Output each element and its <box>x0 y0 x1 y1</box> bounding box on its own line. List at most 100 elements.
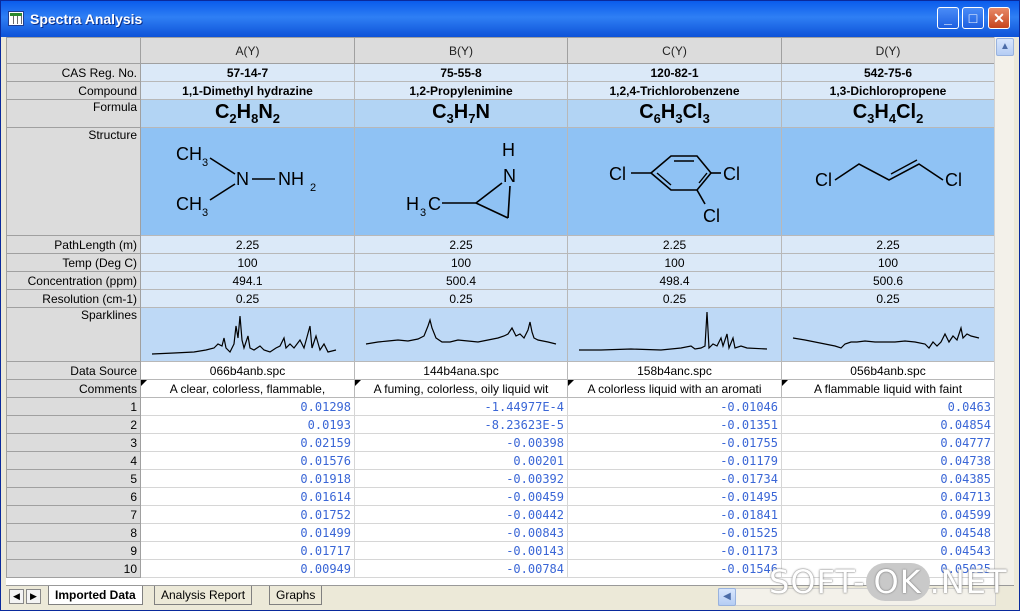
data-cell[interactable]: -0.01734 <box>567 469 782 488</box>
formula-cell[interactable]: C3H4Cl2 <box>781 99 994 128</box>
sparkline-cell[interactable] <box>140 307 355 362</box>
concentration-cell[interactable]: 500.6 <box>781 271 994 290</box>
data-cell[interactable]: -0.00143 <box>354 541 568 560</box>
data-cell[interactable]: 0.04713 <box>781 487 994 506</box>
tab-analysis-report[interactable]: Analysis Report <box>154 586 253 605</box>
structure-cell[interactable]: CH 3 CH 3 N NH 2 <box>140 127 355 236</box>
row-number[interactable]: 3 <box>6 433 141 452</box>
data-cell[interactable]: -0.00843 <box>354 523 568 542</box>
scroll-left-arrow-icon[interactable]: ◀ <box>718 588 736 606</box>
row-number[interactable]: 6 <box>6 487 141 506</box>
comments-cell[interactable]: A colorless liquid with an aromati <box>567 379 782 398</box>
column-header-d[interactable]: D(Y) <box>781 37 994 64</box>
row-label-cas[interactable]: CAS Reg. No. <box>6 63 141 82</box>
row-number[interactable]: 7 <box>6 505 141 524</box>
structure-cell[interactable]: Cl Cl <box>781 127 994 236</box>
comments-cell[interactable]: A clear, colorless, flammable, <box>140 379 355 398</box>
data-cell[interactable]: -0.01173 <box>567 541 782 560</box>
row-label-sparklines[interactable]: Sparklines <box>6 307 141 362</box>
cas-cell[interactable]: 542-75-6 <box>781 63 994 82</box>
row-number[interactable]: 4 <box>6 451 141 470</box>
data-cell[interactable]: 0.01499 <box>140 523 355 542</box>
close-button[interactable]: ✕ <box>988 7 1010 29</box>
formula-cell[interactable]: C6H3Cl3 <box>567 99 782 128</box>
resolution-cell[interactable]: 0.25 <box>140 289 355 308</box>
row-number[interactable]: 5 <box>6 469 141 488</box>
data-cell[interactable]: -1.44977E-4 <box>354 397 568 416</box>
column-header-b[interactable]: B(Y) <box>354 37 568 64</box>
data-cell[interactable]: -0.01755 <box>567 433 782 452</box>
datasource-cell[interactable]: 066b4anb.spc <box>140 361 355 380</box>
data-cell[interactable]: -0.01495 <box>567 487 782 506</box>
compound-cell[interactable]: 1,1-Dimethyl hydrazine <box>140 81 355 100</box>
sparkline-cell[interactable] <box>781 307 994 362</box>
data-cell[interactable]: 0.01918 <box>140 469 355 488</box>
title-bar[interactable]: Spectra Analysis _ □ ✕ <box>1 1 1019 37</box>
prev-sheet-arrow-icon[interactable]: ◀ <box>9 589 24 604</box>
data-cell[interactable]: 0.02159 <box>140 433 355 452</box>
data-cell[interactable]: -0.00442 <box>354 505 568 524</box>
temp-cell[interactable]: 100 <box>140 253 355 272</box>
data-cell[interactable]: 0.01298 <box>140 397 355 416</box>
cas-cell[interactable]: 57-14-7 <box>140 63 355 82</box>
formula-cell[interactable]: C3H7N <box>354 99 568 128</box>
row-number[interactable]: 2 <box>6 415 141 434</box>
cas-cell[interactable]: 120-82-1 <box>567 63 782 82</box>
corner-cell[interactable] <box>6 37 141 64</box>
formula-cell[interactable]: C2H8N2 <box>140 99 355 128</box>
data-cell[interactable]: -0.01841 <box>567 505 782 524</box>
maximize-button[interactable]: □ <box>962 7 984 29</box>
data-cell[interactable]: -0.01525 <box>567 523 782 542</box>
row-label-comments[interactable]: Comments <box>6 379 141 398</box>
data-cell[interactable]: 0.04543 <box>781 541 994 560</box>
row-number[interactable]: 1 <box>6 397 141 416</box>
datasource-cell[interactable]: 158b4anc.spc <box>567 361 782 380</box>
resolution-cell[interactable]: 0.25 <box>781 289 994 308</box>
row-label-temp[interactable]: Temp (Deg C) <box>6 253 141 272</box>
row-label-resolution[interactable]: Resolution (cm-1) <box>6 289 141 308</box>
row-number[interactable]: 10 <box>6 559 141 578</box>
data-cell[interactable]: 0.04777 <box>781 433 994 452</box>
row-label-structure[interactable]: Structure <box>6 127 141 236</box>
comments-cell[interactable]: A flammable liquid with faint <box>781 379 994 398</box>
data-cell[interactable]: -0.01179 <box>567 451 782 470</box>
data-cell[interactable]: 0.00949 <box>140 559 355 578</box>
data-cell[interactable]: -0.01546 <box>567 559 782 578</box>
temp-cell[interactable]: 100 <box>781 253 994 272</box>
vertical-scrollbar[interactable]: ▲ <box>994 37 1014 585</box>
compound-cell[interactable]: 1,2,4-Trichlorobenzene <box>567 81 782 100</box>
resolution-cell[interactable]: 0.25 <box>354 289 568 308</box>
sparkline-cell[interactable] <box>567 307 782 362</box>
data-cell[interactable]: 0.04548 <box>781 523 994 542</box>
data-cell[interactable]: -8.23623E-5 <box>354 415 568 434</box>
data-cell[interactable]: 0.01614 <box>140 487 355 506</box>
data-cell[interactable]: 0.04385 <box>781 469 994 488</box>
tab-graphs[interactable]: Graphs <box>269 586 323 605</box>
data-cell[interactable]: -0.00459 <box>354 487 568 506</box>
column-header-a[interactable]: A(Y) <box>140 37 355 64</box>
pathlength-cell[interactable]: 2.25 <box>781 235 994 254</box>
data-cell[interactable]: 0.00201 <box>354 451 568 470</box>
data-cell[interactable]: 0.0193 <box>140 415 355 434</box>
next-sheet-arrow-icon[interactable]: ▶ <box>26 589 41 604</box>
structure-cell[interactable]: H N H3C <box>354 127 568 236</box>
scroll-up-arrow-icon[interactable]: ▲ <box>996 38 1014 56</box>
data-cell[interactable]: 0.04738 <box>781 451 994 470</box>
data-cell[interactable]: 0.01717 <box>140 541 355 560</box>
resolution-cell[interactable]: 0.25 <box>567 289 782 308</box>
data-cell[interactable]: 0.04599 <box>781 505 994 524</box>
row-number[interactable]: 9 <box>6 541 141 560</box>
pathlength-cell[interactable]: 2.25 <box>354 235 568 254</box>
data-cell[interactable]: -0.01046 <box>567 397 782 416</box>
pathlength-cell[interactable]: 2.25 <box>567 235 782 254</box>
data-cell[interactable]: 0.04854 <box>781 415 994 434</box>
comments-cell[interactable]: A fuming, colorless, oily liquid wit <box>354 379 568 398</box>
data-cell[interactable]: 0.0463 <box>781 397 994 416</box>
data-cell[interactable]: -0.00398 <box>354 433 568 452</box>
row-label-datasource[interactable]: Data Source <box>6 361 141 380</box>
datasource-cell[interactable]: 056b4anb.spc <box>781 361 994 380</box>
tab-imported-data[interactable]: Imported Data <box>48 586 143 605</box>
worksheet-grid[interactable]: A(Y) B(Y) C(Y) D(Y) CAS Reg. No. 57-14-7… <box>6 37 994 585</box>
compound-cell[interactable]: 1,2-Propylenimine <box>354 81 568 100</box>
datasource-cell[interactable]: 144b4ana.spc <box>354 361 568 380</box>
